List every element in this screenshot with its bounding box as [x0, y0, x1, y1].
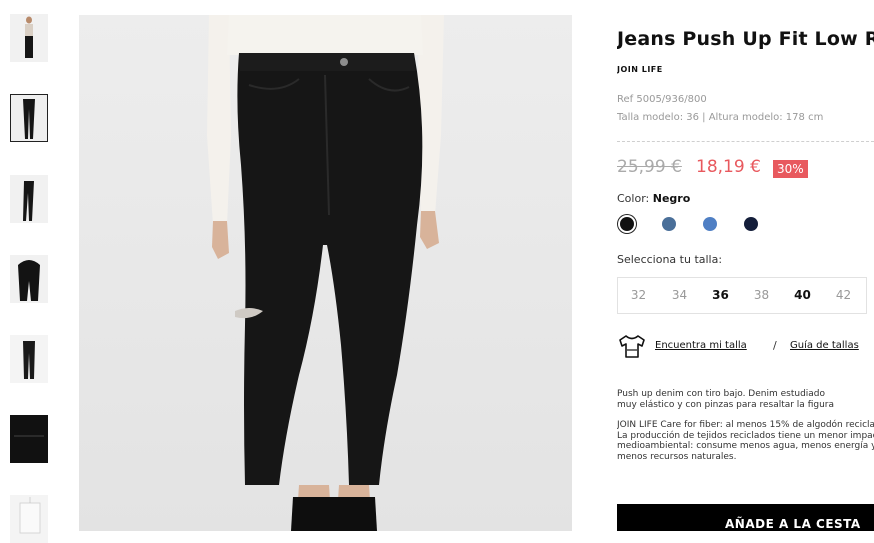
color-label: Color: Negro	[617, 192, 690, 205]
sale-price: 18,19 €	[696, 157, 761, 177]
care-line: JOIN LIFE Care for fiber: al menos 15% d…	[617, 420, 874, 430]
size-option-38[interactable]: 38	[741, 278, 782, 313]
fit-separator: /	[773, 339, 777, 352]
selected-color: Negro	[652, 192, 691, 205]
description-line: muy elástico y con pinzas para resaltar …	[617, 399, 834, 410]
thumbnail-front-detail[interactable]	[10, 94, 48, 142]
collection-label: JOIN LIFE	[617, 65, 663, 74]
color-label-text: Color:	[617, 192, 650, 205]
swatch-navy[interactable]	[744, 217, 758, 231]
description-line: Push up denim con tiro bajo. Denim estud…	[617, 389, 826, 399]
care-line: menos recursos naturales.	[617, 451, 737, 462]
care-line: La producción de tejidos reciclados tien…	[617, 430, 874, 441]
discount-badge: 30%	[773, 160, 808, 178]
thumbnail-label[interactable]	[10, 495, 48, 543]
size-option-42[interactable]: 42	[823, 278, 864, 313]
product-reference: Ref 5005/936/800 Talla modelo: 36 | Altu…	[617, 91, 823, 127]
tshirt-icon	[619, 335, 645, 358]
original-price: 25,99 €	[617, 157, 682, 177]
product-description: Push up denim con tiro bajo. Denim estud…	[617, 389, 874, 472]
add-to-cart-button[interactable]: AÑADE A LA CESTA	[617, 504, 874, 531]
size-guide-link[interactable]: Guía de tallas	[790, 340, 859, 351]
swatch-black[interactable]	[620, 217, 634, 231]
size-option-34[interactable]: 34	[659, 278, 700, 313]
thumbnail-back[interactable]	[10, 255, 48, 303]
size-option-36[interactable]: 36	[700, 278, 741, 313]
size-option-32[interactable]: 32	[618, 278, 659, 313]
thumbnail-front-full[interactable]	[10, 14, 48, 62]
main-product-image[interactable]	[79, 15, 572, 531]
thumbnail-flat[interactable]	[10, 335, 48, 383]
find-my-size-link[interactable]: Encuentra mi talla	[655, 340, 747, 351]
model-info: Talla modelo: 36 | Altura modelo: 178 cm	[617, 112, 824, 123]
divider	[617, 141, 874, 142]
swatch-mid-blue[interactable]	[662, 217, 676, 231]
size-selector: 32 34 36 38 40 42	[617, 277, 867, 314]
size-label: Selecciona tu talla:	[617, 253, 723, 266]
product-info-panel: Jeans Push Up Fit Low Rise JOIN LIFE Ref…	[617, 0, 874, 531]
thumbnail-side[interactable]	[10, 175, 48, 223]
product-title: Jeans Push Up Fit Low Rise	[617, 28, 874, 50]
swatch-light-blue[interactable]	[703, 217, 717, 231]
care-line: medioambiental: consume menos agua, meno…	[617, 441, 874, 451]
thumbnail-fabric[interactable]	[10, 415, 48, 463]
ref-number: Ref 5005/936/800	[617, 94, 707, 105]
size-option-40[interactable]: 40	[782, 278, 823, 313]
